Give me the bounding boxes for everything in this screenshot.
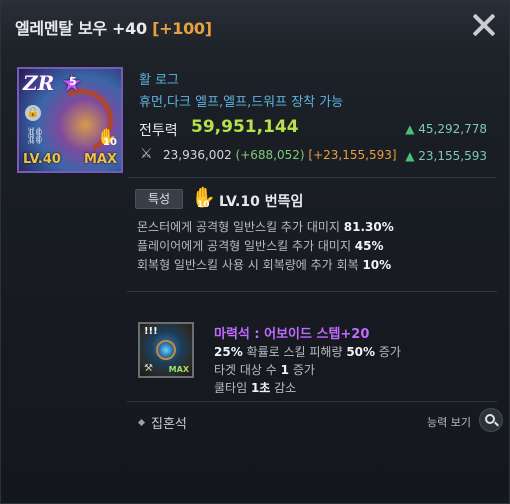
level-label: LV.40: [23, 152, 61, 167]
item-icon: ZR ★ 5 🔒 ⛓ ✋ 10 LV.40 MAX: [17, 67, 123, 173]
trait-icon-count: 10: [197, 200, 210, 210]
lock-icon: 🔒: [25, 105, 41, 121]
max-label: MAX: [83, 152, 117, 167]
soul-stone-label[interactable]: 집혼석: [151, 413, 187, 432]
link-icon: ⛓: [25, 126, 46, 145]
search-icon-handle: [494, 421, 499, 427]
up-arrow-icon: ▲: [405, 122, 415, 136]
trait-line: 플레이어에게 공격형 일반스킬 추가 대미지 45%: [137, 239, 384, 253]
item-title: 엘레멘탈 보우 +40 [+100]: [15, 19, 212, 38]
magic-stone-name: 마력석 : 어보이드 스텝+20: [214, 327, 370, 342]
power-value: 59,951,144: [191, 117, 299, 137]
gem-icon: [156, 340, 176, 360]
view-ability-button[interactable]: 능력 보기: [427, 414, 471, 430]
divider: [127, 291, 497, 292]
stone-badge: !!!: [144, 326, 158, 337]
divider: [127, 177, 497, 178]
grade-badge: ZR: [23, 71, 55, 95]
divider: [127, 401, 497, 402]
title-bar: 엘레멘탈 보우 +40 [+100]: [1, 1, 510, 51]
stone-effect-line: 타겟 대상 수 1 증가: [214, 363, 315, 377]
power-delta: ▲ 45,292,778: [405, 122, 487, 136]
tool-icon: ⚒: [144, 363, 153, 374]
attack-delta: ▲ 23,155,593: [405, 149, 487, 163]
stone-effect-line: 쿨타임 1초 감소: [214, 381, 297, 395]
search-button[interactable]: [479, 408, 503, 432]
attack-value: 23,936,002 (+688,052) [+23,155,593]: [163, 148, 397, 162]
hand-count: 10: [103, 137, 117, 148]
magic-stone-icon[interactable]: !!! ⚒ MAX: [138, 322, 194, 378]
up-arrow-icon: ▲: [405, 149, 415, 163]
bullet-icon: [137, 418, 146, 427]
power-label: 전투력: [139, 123, 178, 139]
stone-effect-line: 25% 확률로 스킬 피해량 50% 증가: [214, 345, 401, 359]
magic-stone-section: !!! ⚒ MAX 마력석 : 어보이드 스텝+20 25% 확률로 스킬 피해…: [128, 308, 498, 395]
item-type: 활 로그: [139, 73, 180, 88]
item-tooltip-panel: 엘레멘탈 보우 +40 [+100] ZR ★ 5 🔒 ⛓ ✋ 10 LV.40…: [0, 0, 510, 504]
trait-line: 몬스터에게 공격형 일반스킬 추가 대미지 81.30%: [137, 220, 394, 234]
attack-icon: ⚔: [140, 146, 153, 162]
trait-line: 회복형 일반스킬 사용 시 회복량에 추가 회복 10%: [137, 258, 392, 272]
stone-max-label: MAX: [168, 365, 189, 374]
item-races: 휴먼,다크 엘프,엘프,드워프 장착 가능: [139, 95, 344, 110]
trait-name: LV.10 번뜩임: [219, 194, 304, 210]
trait-tag: 특성: [135, 189, 183, 209]
star-count: 5: [69, 75, 77, 88]
title-bonus: [+100]: [152, 19, 212, 38]
close-button[interactable]: [471, 11, 497, 39]
